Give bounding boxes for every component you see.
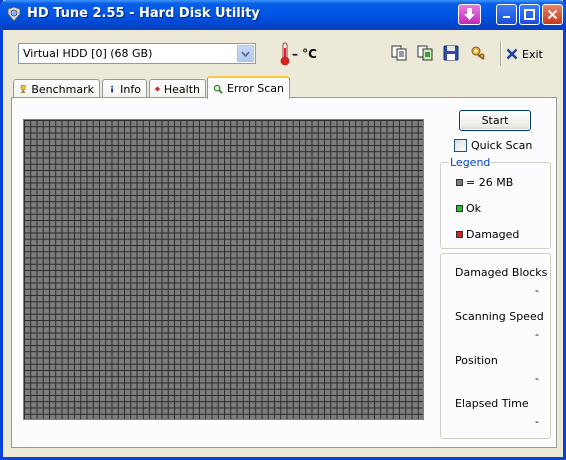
elapsed-time-label: Elapsed Time bbox=[455, 397, 529, 410]
drive-select[interactable]: Virtual HDD [0] (68 GB) bbox=[18, 43, 256, 64]
copy-screenshot-icon[interactable] bbox=[415, 43, 435, 63]
tab-error-scan[interactable]: Error Scan bbox=[207, 76, 290, 99]
chevron-down-icon[interactable] bbox=[237, 45, 254, 62]
legend-swatch-ok bbox=[456, 205, 463, 212]
copy-text-icon[interactable] bbox=[389, 43, 409, 63]
tab-benchmark[interactable]: Benchmark bbox=[13, 79, 100, 98]
quick-scan-option[interactable]: Quick Scan bbox=[454, 139, 532, 152]
damaged-blocks-value: - bbox=[535, 284, 539, 297]
health-cross-icon bbox=[155, 86, 160, 92]
download-icon[interactable] bbox=[458, 4, 481, 25]
legend-label-damaged: Damaged bbox=[466, 228, 520, 241]
exit-icon bbox=[506, 48, 518, 60]
tab-error-scan-label: Error Scan bbox=[226, 82, 284, 95]
legend-label-ok: Ok bbox=[466, 202, 482, 215]
maximize-button[interactable] bbox=[519, 4, 540, 25]
legend-item-damaged: Damaged bbox=[456, 228, 519, 241]
benchmark-icon bbox=[20, 85, 26, 93]
tab-health[interactable]: Health bbox=[149, 79, 206, 98]
exit-label: Exit bbox=[522, 47, 543, 61]
elapsed-time-value: - bbox=[535, 415, 539, 428]
save-icon[interactable] bbox=[441, 43, 461, 63]
hdtune-app-icon bbox=[7, 6, 21, 22]
legend-item-ok: Ok bbox=[456, 202, 481, 215]
damaged-blocks-label: Damaged Blocks bbox=[455, 266, 548, 279]
legend-title: Legend bbox=[449, 156, 492, 169]
legend-swatch-block bbox=[456, 179, 463, 186]
minimize-button[interactable] bbox=[496, 4, 517, 25]
position-label: Position bbox=[455, 354, 498, 367]
toolbar: Virtual HDD [0] (68 GB) – °C Exit bbox=[3, 30, 563, 78]
legend-item-block-size: = 26 MB bbox=[456, 176, 513, 189]
app-window: HD Tune 2.55 - Hard Disk Utility Virtual… bbox=[0, 0, 566, 460]
info-icon bbox=[111, 85, 114, 93]
tab-benchmark-label: Benchmark bbox=[31, 82, 94, 96]
legend-swatch-damaged bbox=[456, 231, 463, 238]
start-button[interactable]: Start bbox=[459, 110, 531, 131]
quick-scan-label: Quick Scan bbox=[471, 139, 533, 152]
tab-info[interactable]: Info bbox=[102, 79, 147, 98]
tab-health-label: Health bbox=[163, 82, 200, 96]
temperature-readout: – °C bbox=[292, 47, 317, 61]
exit-button[interactable]: Exit bbox=[506, 44, 543, 64]
scanning-speed-value: - bbox=[535, 328, 539, 341]
scan-stats-group: Damaged Blocks - Scanning Speed - Positi… bbox=[440, 253, 551, 439]
close-button[interactable] bbox=[542, 4, 563, 25]
legend-label-block-size: = 26 MB bbox=[466, 176, 514, 189]
toolbar-separator bbox=[500, 42, 502, 66]
error-scan-panel: Start Quick Scan Legend = 26 MB Ok Damag… bbox=[11, 97, 557, 448]
position-value: - bbox=[535, 372, 539, 385]
thermometer-icon bbox=[280, 42, 290, 66]
drive-select-value: Virtual HDD [0] (68 GB) bbox=[23, 47, 153, 60]
scanning-speed-label: Scanning Speed bbox=[455, 310, 544, 323]
tab-info-label: Info bbox=[120, 82, 141, 96]
magnifier-icon bbox=[213, 84, 223, 94]
quick-scan-checkbox[interactable] bbox=[454, 139, 467, 152]
options-icon[interactable] bbox=[468, 43, 488, 63]
title-bar[interactable]: HD Tune 2.55 - Hard Disk Utility bbox=[0, 0, 566, 30]
legend-group: Legend = 26 MB Ok Damaged bbox=[440, 156, 551, 249]
scan-block-grid bbox=[23, 119, 424, 420]
start-button-label: Start bbox=[481, 114, 509, 127]
window-title: HD Tune 2.55 - Hard Disk Utility bbox=[27, 6, 260, 21]
